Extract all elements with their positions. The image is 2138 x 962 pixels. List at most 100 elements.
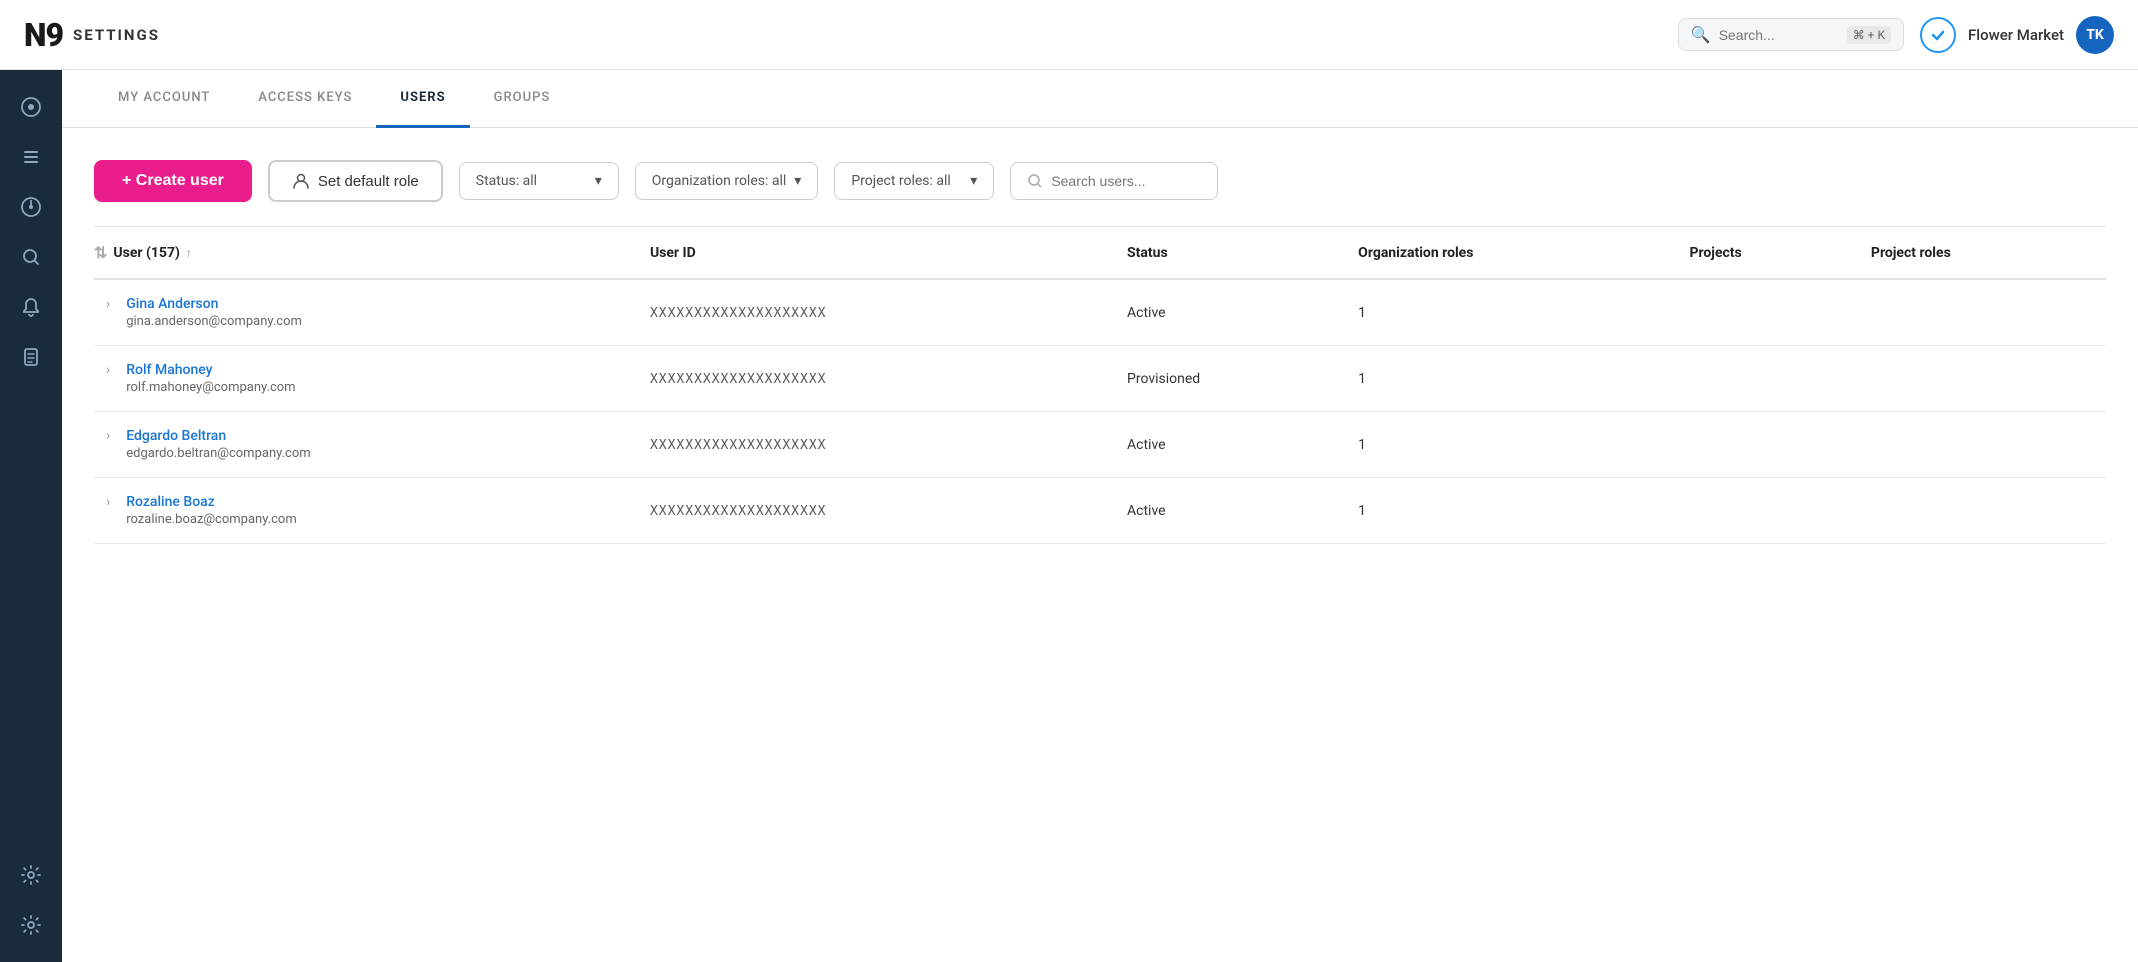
user-name-link[interactable]: Gina Anderson <box>126 296 218 312</box>
user-name-link[interactable]: Edgardo Beltran <box>126 428 226 444</box>
page-body: + Create user Set default role Status: a… <box>62 128 2138 544</box>
org-roles-cell: 1 <box>1346 478 1677 544</box>
status-cell: Active <box>1115 279 1346 346</box>
status-value: Active <box>1127 437 1166 453</box>
tab-access-keys[interactable]: ACCESS KEYS <box>234 70 376 128</box>
sidebar-item-analytics[interactable] <box>10 186 52 228</box>
search-users-field[interactable] <box>1051 173 1201 189</box>
sidebar-item-notifications[interactable] <box>10 286 52 328</box>
user-email: rozaline.boaz@company.com <box>126 512 297 527</box>
person-icon <box>292 172 310 190</box>
search-icon: 🔍 <box>1691 25 1711 44</box>
project-roles-cell <box>1859 279 2106 346</box>
org-roles-cell: 1 <box>1346 279 1677 346</box>
main-content: MY ACCOUNT ACCESS KEYS USERS GROUPS + Cr… <box>62 70 2138 962</box>
users-table: ⇅ User (157) ↑ User ID Status Organizati… <box>94 226 2106 544</box>
chevron-down-icon: ▾ <box>970 173 977 189</box>
status-value: Active <box>1127 503 1166 519</box>
search-input[interactable] <box>1719 27 1839 43</box>
org-roles-filter[interactable]: Organization roles: all ▾ <box>635 162 819 200</box>
col-header-user[interactable]: ⇅ User (157) ↑ <box>94 227 638 280</box>
sort-arrows-icon: ⇅ <box>94 243 107 262</box>
search-icon <box>1027 173 1043 189</box>
user-id-cell: XXXXXXXXXXXXXXXXXXXX <box>638 279 1115 346</box>
set-default-role-button[interactable]: Set default role <box>268 160 443 202</box>
expand-row-chevron[interactable]: › <box>106 296 118 312</box>
global-search[interactable]: 🔍 ⌘ + K <box>1678 18 1904 51</box>
status-value: Provisioned <box>1127 371 1200 387</box>
user-cell: › Edgardo Beltran edgardo.beltran@compan… <box>94 412 638 478</box>
keyboard-shortcut: ⌘ + K <box>1847 26 1891 44</box>
user-id-value: XXXXXXXXXXXXXXXXXXXX <box>650 438 827 453</box>
projects-cell <box>1677 346 1858 412</box>
sidebar-item-documents[interactable] <box>10 336 52 378</box>
table-row: › Rozaline Boaz rozaline.boaz@company.co… <box>94 478 2106 544</box>
logo-n9: N9 <box>24 16 63 54</box>
tab-users[interactable]: USERS <box>376 70 469 128</box>
sidebar-item-settings[interactable] <box>10 854 52 896</box>
org-roles-value: 1 <box>1358 437 1366 453</box>
col-header-user-id: User ID <box>638 227 1115 280</box>
status-cell: Provisioned <box>1115 346 1346 412</box>
org-roles-value: 1 <box>1358 503 1366 519</box>
status-filter[interactable]: Status: all ▾ <box>459 162 619 200</box>
table-row: › Edgardo Beltran edgardo.beltran@compan… <box>94 412 2106 478</box>
create-user-button[interactable]: + Create user <box>94 160 252 202</box>
top-header: N9 SETTINGS 🔍 ⌘ + K Flower Market TK <box>0 0 2138 70</box>
table-row: › Gina Anderson gina.anderson@company.co… <box>94 279 2106 346</box>
tabs-bar: MY ACCOUNT ACCESS KEYS USERS GROUPS <box>62 70 2138 128</box>
tab-my-account[interactable]: MY ACCOUNT <box>94 70 234 128</box>
user-id-value: XXXXXXXXXXXXXXXXXXXX <box>650 306 827 321</box>
user-email: rolf.mahoney@company.com <box>126 380 295 395</box>
status-value: Active <box>1127 305 1166 321</box>
app-name: SETTINGS <box>73 26 160 44</box>
expand-row-chevron[interactable]: › <box>106 428 118 444</box>
col-header-org-roles: Organization roles <box>1346 227 1677 280</box>
tab-groups[interactable]: GROUPS <box>470 70 575 128</box>
user-name-link[interactable]: Rozaline Boaz <box>126 494 215 510</box>
user-id-cell: XXXXXXXXXXXXXXXXXXXX <box>638 346 1115 412</box>
user-id-value: XXXXXXXXXXXXXXXXXXXX <box>650 504 827 519</box>
expand-row-chevron[interactable]: › <box>106 362 118 378</box>
chevron-down-icon: ▾ <box>595 173 602 189</box>
user-cell: › Rozaline Boaz rozaline.boaz@company.co… <box>94 478 638 544</box>
table-row: › Rolf Mahoney rolf.mahoney@company.com … <box>94 346 2106 412</box>
org-roles-value: 1 <box>1358 371 1366 387</box>
avatar[interactable]: TK <box>2076 16 2114 54</box>
projects-cell <box>1677 412 1858 478</box>
col-header-projects: Projects <box>1677 227 1858 280</box>
sidebar-item-settings2[interactable] <box>10 904 52 946</box>
sidebar <box>0 70 62 962</box>
logo-area: N9 SETTINGS <box>24 16 184 54</box>
search-users-input[interactable] <box>1010 162 1218 200</box>
toolbar: + Create user Set default role Status: a… <box>94 160 2106 202</box>
org-roles-cell: 1 <box>1346 412 1677 478</box>
user-email: gina.anderson@company.com <box>126 314 302 329</box>
sidebar-item-list[interactable] <box>10 136 52 178</box>
user-id-cell: XXXXXXXXXXXXXXXXXXXX <box>638 478 1115 544</box>
project-roles-cell <box>1859 346 2106 412</box>
projects-cell <box>1677 478 1858 544</box>
user-name-link[interactable]: Rolf Mahoney <box>126 362 212 378</box>
user-id-cell: XXXXXXXXXXXXXXXXXXXX <box>638 412 1115 478</box>
user-cell: › Gina Anderson gina.anderson@company.co… <box>94 279 638 346</box>
org-roles-value: 1 <box>1358 305 1366 321</box>
sidebar-item-search[interactable] <box>10 236 52 278</box>
status-check-icon[interactable] <box>1920 17 1956 53</box>
col-header-status: Status <box>1115 227 1346 280</box>
status-cell: Active <box>1115 478 1346 544</box>
chevron-down-icon: ▾ <box>794 173 801 189</box>
user-id-value: XXXXXXXXXXXXXXXXXXXX <box>650 372 827 387</box>
status-cell: Active <box>1115 412 1346 478</box>
user-email: edgardo.beltran@company.com <box>126 446 310 461</box>
project-roles-filter[interactable]: Project roles: all ▾ <box>834 162 994 200</box>
project-roles-cell <box>1859 478 2106 544</box>
col-header-project-roles: Project roles <box>1859 227 2106 280</box>
project-roles-cell <box>1859 412 2106 478</box>
projects-cell <box>1677 279 1858 346</box>
org-name: Flower Market <box>1968 26 2064 44</box>
expand-row-chevron[interactable]: › <box>106 494 118 510</box>
sidebar-item-dashboard[interactable] <box>10 86 52 128</box>
org-roles-cell: 1 <box>1346 346 1677 412</box>
user-cell: › Rolf Mahoney rolf.mahoney@company.com <box>94 346 638 412</box>
